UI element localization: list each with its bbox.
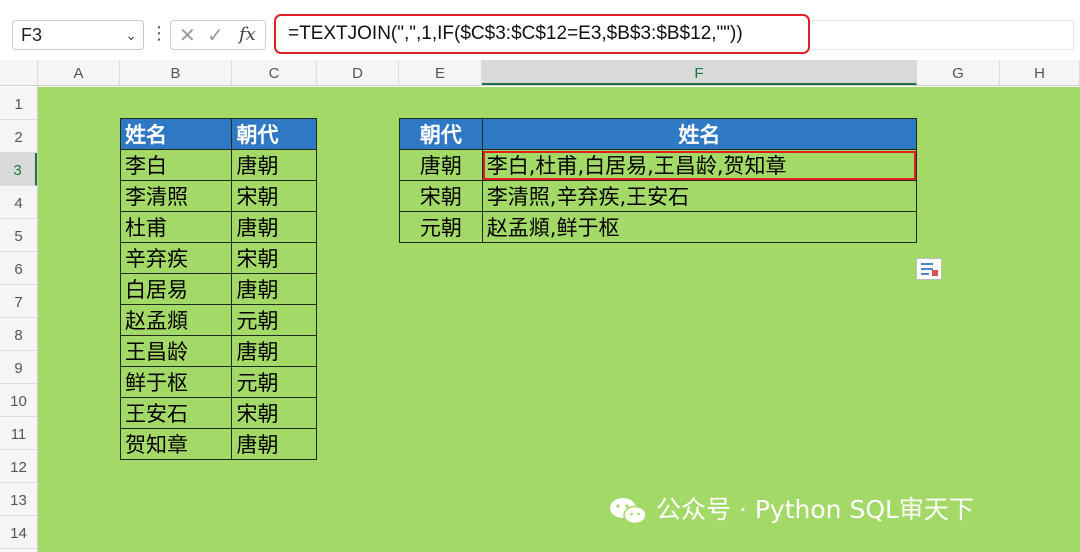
formula-buttons: ✕ ✓ fx (170, 20, 266, 50)
joined-names-cell[interactable]: 李清照,辛弃疾,王安石 (481, 180, 918, 212)
row-header[interactable]: 8 (0, 318, 37, 351)
table-row: 王昌龄 唐朝 (119, 335, 317, 367)
formula-toolbar: F3 ⌄ ⋮ ✕ ✓ fx =TEXTJOIN(",",1,IF($C$3:$C… (0, 0, 1080, 69)
dynasty-cell[interactable]: 元朝 (231, 366, 317, 398)
name-cell[interactable]: 王安石 (119, 397, 233, 429)
formula-input[interactable]: =TEXTJOIN(",",1,IF($C$3:$C$12=E3,$B$3:$B… (274, 14, 810, 54)
row-header[interactable]: 4 (0, 186, 37, 219)
row-header[interactable]: 7 (0, 285, 37, 318)
watermark-text: 公众号 · Python SQL审天下 (656, 495, 974, 524)
dynasty-cell[interactable]: 元朝 (399, 211, 483, 243)
table-row: 杜甫 唐朝 (119, 211, 317, 243)
column-header[interactable]: B (120, 60, 232, 85)
insert-function-icon[interactable]: fx (239, 23, 256, 47)
dynasty-cell[interactable]: 唐朝 (399, 149, 483, 181)
table-row: 李清照 宋朝 (119, 180, 317, 212)
dynasty-cell[interactable]: 宋朝 (399, 180, 483, 212)
name-box-value: F3 (21, 25, 43, 45)
name-cell[interactable]: 杜甫 (119, 211, 233, 243)
table-row: 辛弃疾 宋朝 (119, 242, 317, 274)
name-cell[interactable]: 辛弃疾 (119, 242, 233, 274)
row-header[interactable]: 12 (0, 450, 37, 483)
check-icon[interactable]: ✓ (207, 23, 224, 47)
name-cell[interactable]: 白居易 (119, 273, 233, 305)
dynasty-cell[interactable]: 唐朝 (231, 428, 317, 460)
table-row: 贺知章 唐朝 (119, 428, 317, 460)
quick-analysis-icon[interactable] (916, 258, 942, 280)
wechat-icon (610, 498, 647, 525)
select-all-corner[interactable] (0, 60, 38, 85)
watermark: 公众号 · Python SQL审天下 (608, 492, 974, 528)
name-cell[interactable]: 李清照 (119, 180, 233, 212)
name-box[interactable]: F3 ⌄ (12, 20, 144, 50)
dynasty-cell[interactable]: 元朝 (231, 304, 317, 336)
name-cell[interactable]: 赵孟頫 (119, 304, 233, 336)
name-cell[interactable]: 鲜于枢 (119, 366, 233, 398)
dynasty-cell[interactable]: 唐朝 (231, 211, 317, 243)
poets-source-table: 姓名 朝代 李白 唐朝 李清照 宋朝 杜甫 唐朝 辛弃疾 宋朝 白居易 唐朝 赵孟頫 元朝 … (119, 118, 317, 460)
row-header[interactable]: 11 (0, 417, 37, 450)
name-cell[interactable]: 王昌龄 (119, 335, 233, 367)
column-header[interactable]: C (232, 60, 317, 85)
dynasty-cell[interactable]: 唐朝 (231, 149, 317, 181)
row-header[interactable]: 13 (0, 483, 37, 516)
row-header[interactable]: 14 (0, 516, 37, 549)
row-header[interactable]: 5 (0, 219, 37, 252)
row-headers: 1 2 3 4 5 6 7 8 9 10 11 12 13 14 (0, 87, 38, 552)
dynasty-cell[interactable]: 宋朝 (231, 242, 317, 274)
column-header[interactable]: H (1000, 60, 1080, 85)
dynasty-cell[interactable]: 唐朝 (231, 273, 317, 305)
name-cell[interactable]: 李白 (119, 149, 233, 181)
dynasty-cell[interactable]: 宋朝 (231, 397, 317, 429)
header-cell-names[interactable]: 姓名 (481, 118, 918, 150)
dynasty-cell[interactable]: 唐朝 (231, 335, 317, 367)
table-row: 宋朝 李清照,辛弃疾,王安石 (399, 180, 918, 212)
joined-names-cell[interactable]: 赵孟頫,鲜于枢 (481, 211, 918, 243)
name-cell[interactable]: 贺知章 (119, 428, 233, 460)
chevron-down-icon[interactable]: ⌄ (125, 21, 137, 49)
textjoin-result-table: 朝代 姓名 唐朝 李白,杜甫,白居易,王昌龄,贺知章 宋朝 李清照,辛弃疾,王安… (399, 118, 918, 243)
row-header[interactable]: 2 (0, 120, 37, 153)
column-header[interactable]: D (317, 60, 399, 85)
active-cell-f3[interactable]: 李白,杜甫,白居易,王昌龄,贺知章 (481, 149, 918, 181)
column-header[interactable]: G (917, 60, 1000, 85)
table-row: 唐朝 李白,杜甫,白居易,王昌龄,贺知章 (399, 149, 918, 181)
cancel-icon[interactable]: ✕ (179, 23, 196, 47)
table-row: 元朝 赵孟頫,鲜于枢 (399, 211, 918, 243)
table-row: 李白 唐朝 (119, 149, 317, 181)
row-header[interactable]: 10 (0, 384, 37, 417)
more-options-icon[interactable]: ⋮ (150, 22, 168, 46)
dynasty-cell[interactable]: 宋朝 (231, 180, 317, 212)
table-row: 鲜于枢 元朝 (119, 366, 317, 398)
column-header-selected[interactable]: F (482, 60, 917, 85)
row-header[interactable]: 6 (0, 252, 37, 285)
header-cell-name[interactable]: 姓名 (119, 118, 233, 150)
row-header[interactable]: 9 (0, 351, 37, 384)
header-cell-dynasty[interactable]: 朝代 (399, 118, 483, 150)
column-header[interactable]: A (38, 60, 120, 85)
row-header[interactable]: 1 (0, 87, 37, 120)
column-header[interactable]: E (399, 60, 482, 85)
column-headers: A B C D E F G H (0, 60, 1080, 86)
header-cell-dynasty[interactable]: 朝代 (231, 118, 317, 150)
formula-bar-area[interactable] (812, 20, 1074, 50)
table-row: 王安石 宋朝 (119, 397, 317, 429)
row-header-selected[interactable]: 3 (0, 153, 37, 186)
table-row: 白居易 唐朝 (119, 273, 317, 305)
table-row: 赵孟頫 元朝 (119, 304, 317, 336)
